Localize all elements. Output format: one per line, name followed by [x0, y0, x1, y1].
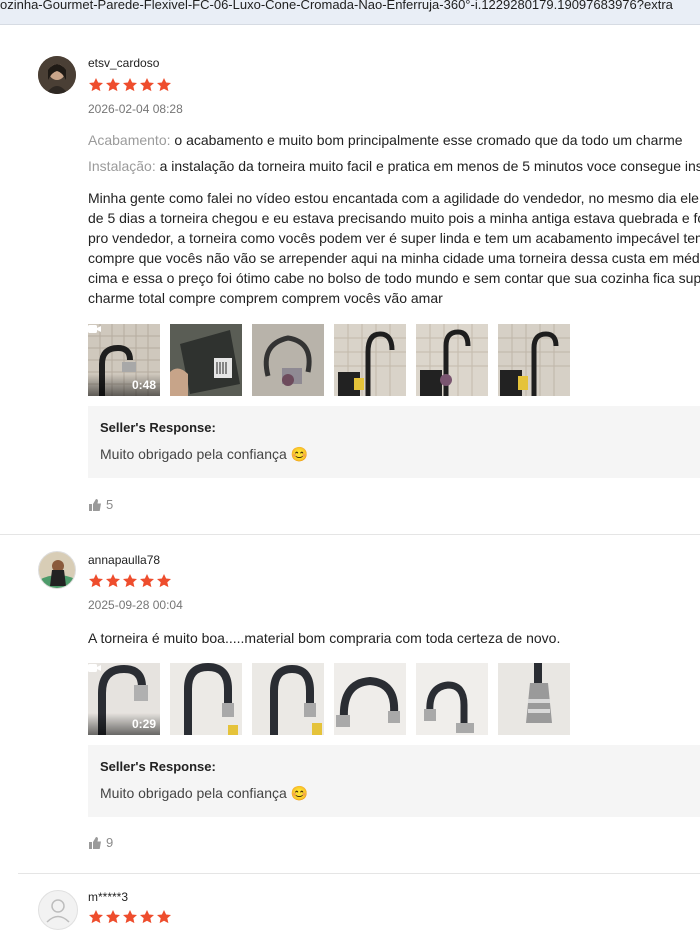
star-rating — [88, 573, 172, 589]
like-count: 5 — [106, 497, 114, 512]
review-text: Minha gente como falei no vídeo estou en… — [88, 188, 700, 308]
review-media: 0:48 — [88, 324, 570, 396]
attribute-key: Acabamento: — [88, 132, 171, 148]
review-photo-thumbnail[interactable] — [416, 324, 488, 396]
avatar[interactable] — [38, 551, 76, 589]
review-text-line: cima e essa o preço foi ótimo cabe no bo… — [88, 270, 700, 286]
review-photo-thumbnail[interactable] — [416, 663, 488, 735]
review-username: m*****3 — [88, 890, 129, 904]
review-text-line: pro vendedor, a torneira como vocês pode… — [88, 230, 700, 246]
review-attribute: Acabamento: o acabamento e muito bom pri… — [88, 132, 683, 148]
review-text-line: charme total compre comprem comprem você… — [88, 290, 443, 306]
like-count: 9 — [106, 835, 114, 850]
seller-response-message: Muito obrigado pela confiança 😊 — [100, 785, 309, 801]
star-icon — [140, 574, 154, 588]
seller-response: Seller's Response: Muito obrigado pela c… — [88, 406, 700, 478]
review-text-line: de 5 dias a torneira chegou e eu estava … — [88, 210, 700, 226]
attribute-value: o acabamento e muito bom principalmente … — [174, 132, 683, 148]
star-icon — [123, 78, 137, 92]
review-username: annapaulla78 — [88, 553, 161, 567]
review-photo-thumbnail[interactable] — [334, 324, 406, 396]
star-icon — [123, 910, 137, 924]
review-photo-thumbnail[interactable] — [170, 324, 242, 396]
star-rating — [88, 77, 172, 93]
thumbs-up-icon — [89, 498, 101, 511]
review-photo-thumbnail[interactable] — [170, 663, 242, 735]
thumbs-up-icon — [89, 836, 101, 849]
review-item: etsv_cardoso 2026-02-04 08:28 Acabamento… — [0, 25, 700, 535]
video-camera-icon — [88, 664, 101, 672]
star-icon — [140, 78, 154, 92]
star-icon — [106, 78, 120, 92]
star-icon — [123, 574, 137, 588]
star-icon — [106, 574, 120, 588]
review-date: 2025-09-28 00:04 — [88, 598, 183, 612]
review-text-line: Minha gente como falei no vídeo estou en… — [88, 190, 699, 206]
star-icon — [157, 574, 171, 588]
star-icon — [89, 910, 103, 924]
review-photo-thumbnail[interactable] — [498, 663, 570, 735]
review-text-line: A torneira é muito boa.....material bom … — [88, 630, 561, 646]
review-media: 0:29 — [88, 663, 570, 735]
review-photo-thumbnail[interactable] — [498, 324, 570, 396]
avatar-placeholder[interactable] — [38, 890, 78, 930]
helpful-button[interactable]: 5 — [88, 497, 113, 512]
review-item: annapaulla78 2025-09-28 00:04 A torneira… — [18, 535, 700, 874]
seller-response-message: Muito obrigado pela confiança 😊 — [100, 446, 309, 462]
star-icon — [89, 574, 103, 588]
review-date: 2026-02-04 08:28 — [88, 102, 183, 116]
review-video-thumbnail[interactable]: 0:48 — [88, 324, 160, 396]
seller-response-title: Seller's Response: — [100, 420, 216, 435]
review-photo-thumbnail[interactable] — [252, 663, 324, 735]
star-icon — [106, 910, 120, 924]
avatar[interactable] — [38, 56, 76, 94]
helpful-button[interactable]: 9 — [88, 835, 113, 850]
attribute-value: a instalação da torneira muito facil e p… — [159, 158, 700, 174]
address-bar[interactable]: ozinha-Gourmet-Parede-Flexivel-FC-06-Lux… — [0, 0, 700, 25]
video-camera-icon — [88, 325, 101, 333]
review-video-thumbnail[interactable]: 0:29 — [88, 663, 160, 735]
star-rating — [88, 909, 172, 925]
url-text: ozinha-Gourmet-Parede-Flexivel-FC-06-Lux… — [0, 0, 673, 12]
seller-response: Seller's Response: Muito obrigado pela c… — [88, 745, 700, 817]
video-duration: 0:48 — [131, 378, 156, 392]
user-icon — [46, 899, 70, 923]
star-icon — [89, 78, 103, 92]
star-icon — [157, 910, 171, 924]
review-item: m*****3 — [18, 874, 700, 934]
review-text: A torneira é muito boa.....material bom … — [88, 628, 700, 648]
review-text-line: compre que vocês não vão se arrepender a… — [88, 250, 700, 266]
star-icon — [157, 78, 171, 92]
review-username: etsv_cardoso — [88, 56, 160, 70]
review-photo-thumbnail[interactable] — [252, 324, 324, 396]
review-attribute: Instalação: a instalação da torneira mui… — [88, 158, 700, 174]
review-photo-thumbnail[interactable] — [334, 663, 406, 735]
star-icon — [140, 910, 154, 924]
seller-response-title: Seller's Response: — [100, 759, 216, 774]
attribute-key: Instalação: — [88, 158, 156, 174]
video-duration: 0:29 — [131, 717, 156, 731]
